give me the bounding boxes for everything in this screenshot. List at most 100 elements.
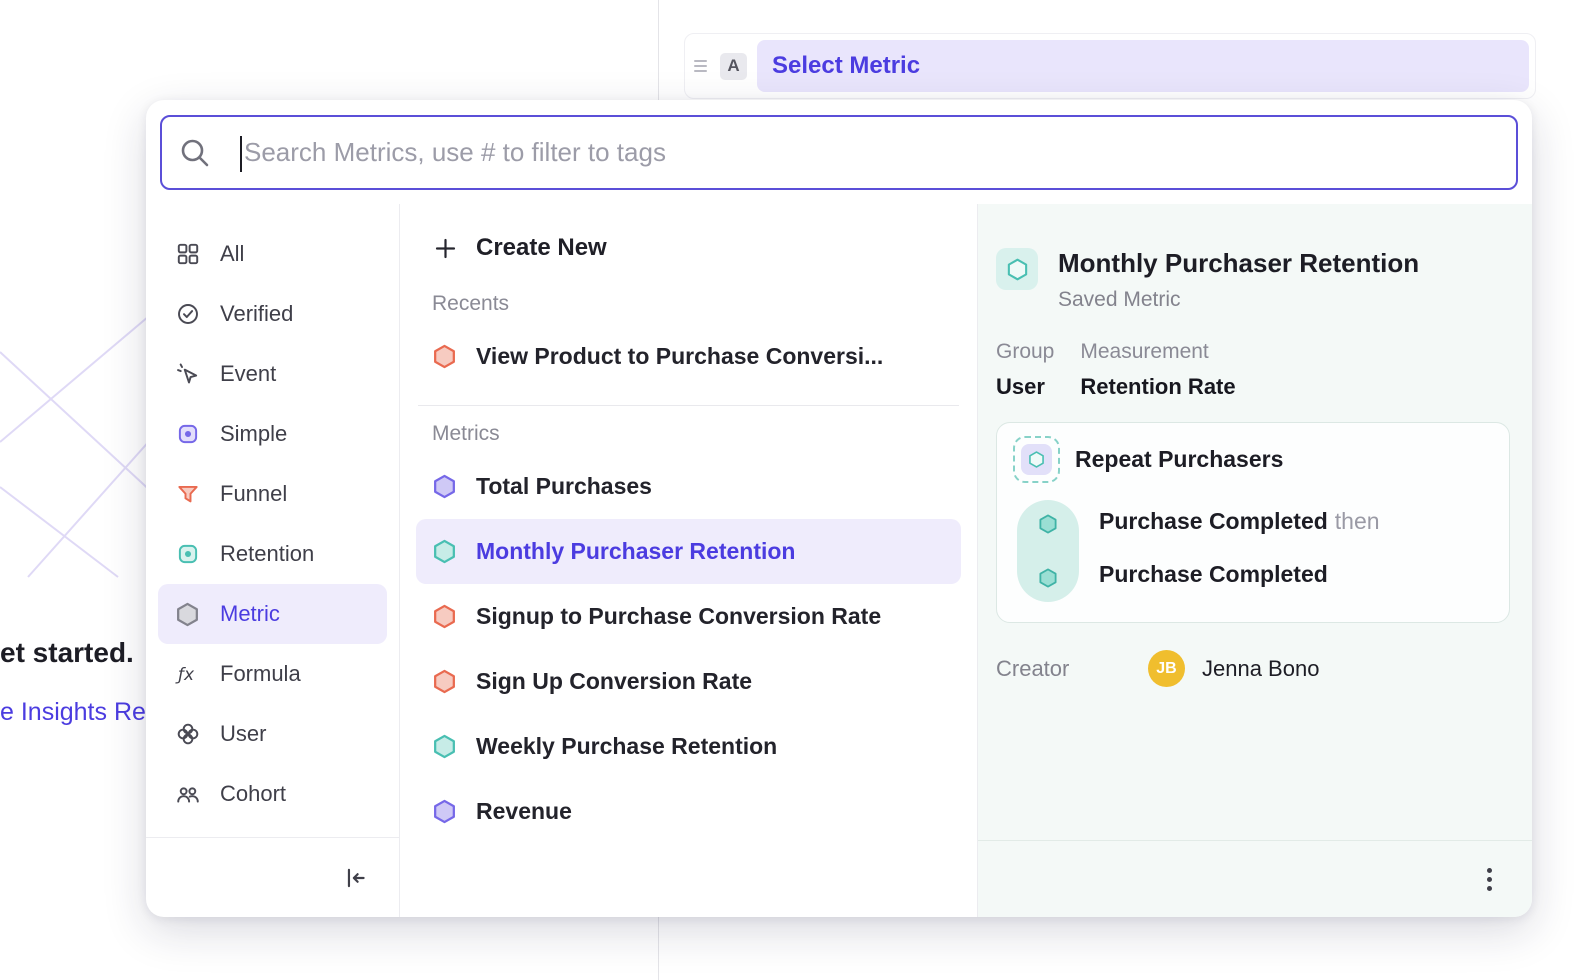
definition-card: Repeat Purchasers Purchase Completedthen (996, 422, 1510, 623)
sidebar-item-cohort[interactable]: Cohort (158, 764, 387, 824)
recent-item-label: View Product to Purchase Conversi... (476, 343, 883, 370)
step-hexagon-icon (1037, 567, 1059, 589)
search-box[interactable] (160, 115, 1518, 190)
select-metric-label: Select Metric (772, 52, 920, 80)
measurement-label: Measurement (1080, 340, 1235, 364)
collapse-panel-icon[interactable] (339, 861, 373, 895)
metric-row[interactable]: Total Purchases (416, 454, 961, 519)
drag-handle-icon[interactable] (691, 60, 710, 72)
definition-header: Repeat Purchasers (1013, 436, 1493, 483)
metric-hexagon-icon (431, 473, 458, 500)
svg-text:ƒx: ƒx (175, 665, 195, 685)
funnel-icon (174, 481, 201, 508)
sidebar-item-label: Simple (220, 421, 287, 447)
metric-picker-modal: All Verified (146, 100, 1532, 917)
detail-subtitle: Saved Metric (1058, 288, 1419, 312)
creator-name: Jenna Bono (1202, 656, 1319, 682)
grid-icon (174, 241, 201, 268)
step-texts: Purchase Completedthen Purchase Complete… (1099, 500, 1380, 602)
metric-detail-content: Monthly Purchaser Retention Saved Metric… (978, 204, 1532, 840)
search-section (146, 100, 1532, 204)
search-input[interactable] (244, 137, 1496, 168)
select-metric-button[interactable]: Select Metric (757, 40, 1529, 92)
creator-row: Creator JB Jenna Bono (996, 650, 1510, 687)
sidebar-item-formula[interactable]: ƒx Formula (158, 644, 387, 704)
steps-pill (1017, 500, 1079, 602)
sidebar-item-label: Metric (220, 601, 280, 627)
metric-row[interactable]: Sign Up Conversion Rate (416, 649, 961, 714)
search-icon (178, 136, 212, 170)
sidebar-item-user[interactable]: User (158, 704, 387, 764)
retention-hexagon-icon (431, 733, 458, 760)
modal-body: All Verified (146, 204, 1532, 917)
sidebar-item-label: Formula (220, 661, 301, 687)
sidebar-item-metric[interactable]: Metric (158, 584, 387, 644)
cohort-people-icon (174, 781, 201, 808)
decorative-chart-lines (0, 282, 170, 582)
definition-title: Repeat Purchasers (1075, 446, 1283, 473)
more-options-button[interactable] (1481, 862, 1498, 897)
user-flower-icon (174, 721, 201, 748)
group-meta: Group User (996, 340, 1054, 400)
retention-hexagon-icon (431, 538, 458, 565)
metric-row-label: Signup to Purchase Conversion Rate (476, 603, 881, 630)
metric-row-label: Total Purchases (476, 473, 652, 500)
detail-header: Monthly Purchaser Retention Saved Metric (996, 248, 1510, 312)
step-two-event: Purchase Completed (1099, 561, 1328, 587)
measurement-meta: Measurement Retention Rate (1080, 340, 1235, 400)
simple-square-icon (174, 421, 201, 448)
sidebar-footer (146, 837, 399, 917)
sidebar-item-event[interactable]: Event (158, 344, 387, 404)
sidebar-item-label: Retention (220, 541, 314, 567)
creator-avatar: JB (1148, 650, 1185, 687)
metric-row-selected[interactable]: Monthly Purchaser Retention (416, 519, 961, 584)
retention-square-icon (174, 541, 201, 568)
step-two: Purchase Completed (1099, 561, 1380, 588)
metric-row-label: Weekly Purchase Retention (476, 733, 777, 760)
text-caret (240, 136, 242, 172)
metric-row[interactable]: Signup to Purchase Conversion Rate (416, 584, 961, 649)
funnel-hexagon-icon (431, 603, 458, 630)
funnel-hexagon-icon (431, 668, 458, 695)
formula-fx-icon: ƒx (174, 661, 201, 688)
step-one: Purchase Completedthen (1099, 508, 1380, 535)
creator-label: Creator (996, 656, 1148, 682)
metric-row-label: Revenue (476, 798, 572, 825)
measurement-value: Retention Rate (1080, 374, 1235, 400)
background-insights-link[interactable]: e Insights Re (0, 698, 146, 727)
plus-icon (432, 235, 459, 262)
group-value: User (996, 374, 1054, 400)
metric-row-label: Monthly Purchaser Retention (476, 538, 795, 565)
sidebar-item-label: Cohort (220, 781, 286, 807)
metric-row[interactable]: Revenue (416, 779, 961, 844)
sidebar-item-all[interactable]: All (158, 224, 387, 284)
sidebar-item-label: Funnel (220, 481, 287, 507)
list-divider (418, 405, 959, 406)
detail-title: Monthly Purchaser Retention (1058, 248, 1419, 279)
metric-hexagon-icon (431, 798, 458, 825)
sidebar-item-verified[interactable]: Verified (158, 284, 387, 344)
metric-list-panel: Create New Recents View Product to Purch… (400, 204, 978, 917)
create-new-button[interactable]: Create New (416, 220, 961, 276)
dashed-retention-icon (1013, 436, 1060, 483)
sidebar-item-funnel[interactable]: Funnel (158, 464, 387, 524)
group-label: Group (996, 340, 1054, 364)
event-cursor-icon (174, 361, 201, 388)
sidebar-item-simple[interactable]: Simple (158, 404, 387, 464)
metrics-section-label: Metrics (432, 422, 945, 446)
recent-item[interactable]: View Product to Purchase Conversi... (416, 324, 961, 389)
background-headline: et started. (0, 637, 134, 669)
step-letter-badge: A (720, 53, 747, 80)
sidebar-item-label: Verified (220, 301, 293, 327)
sidebar-item-label: Event (220, 361, 276, 387)
metric-row[interactable]: Weekly Purchase Retention (416, 714, 961, 779)
sidebar-item-retention[interactable]: Retention (158, 524, 387, 584)
filter-sidebar: All Verified (146, 204, 400, 917)
funnel-hexagon-icon (431, 343, 458, 370)
definition-steps: Purchase Completedthen Purchase Complete… (1017, 500, 1493, 602)
recents-section-label: Recents (432, 292, 945, 316)
retention-hexagon-icon (996, 248, 1038, 290)
metric-hexagon-icon (174, 601, 201, 628)
step-conjunction: then (1335, 508, 1380, 534)
create-new-label: Create New (476, 234, 607, 262)
